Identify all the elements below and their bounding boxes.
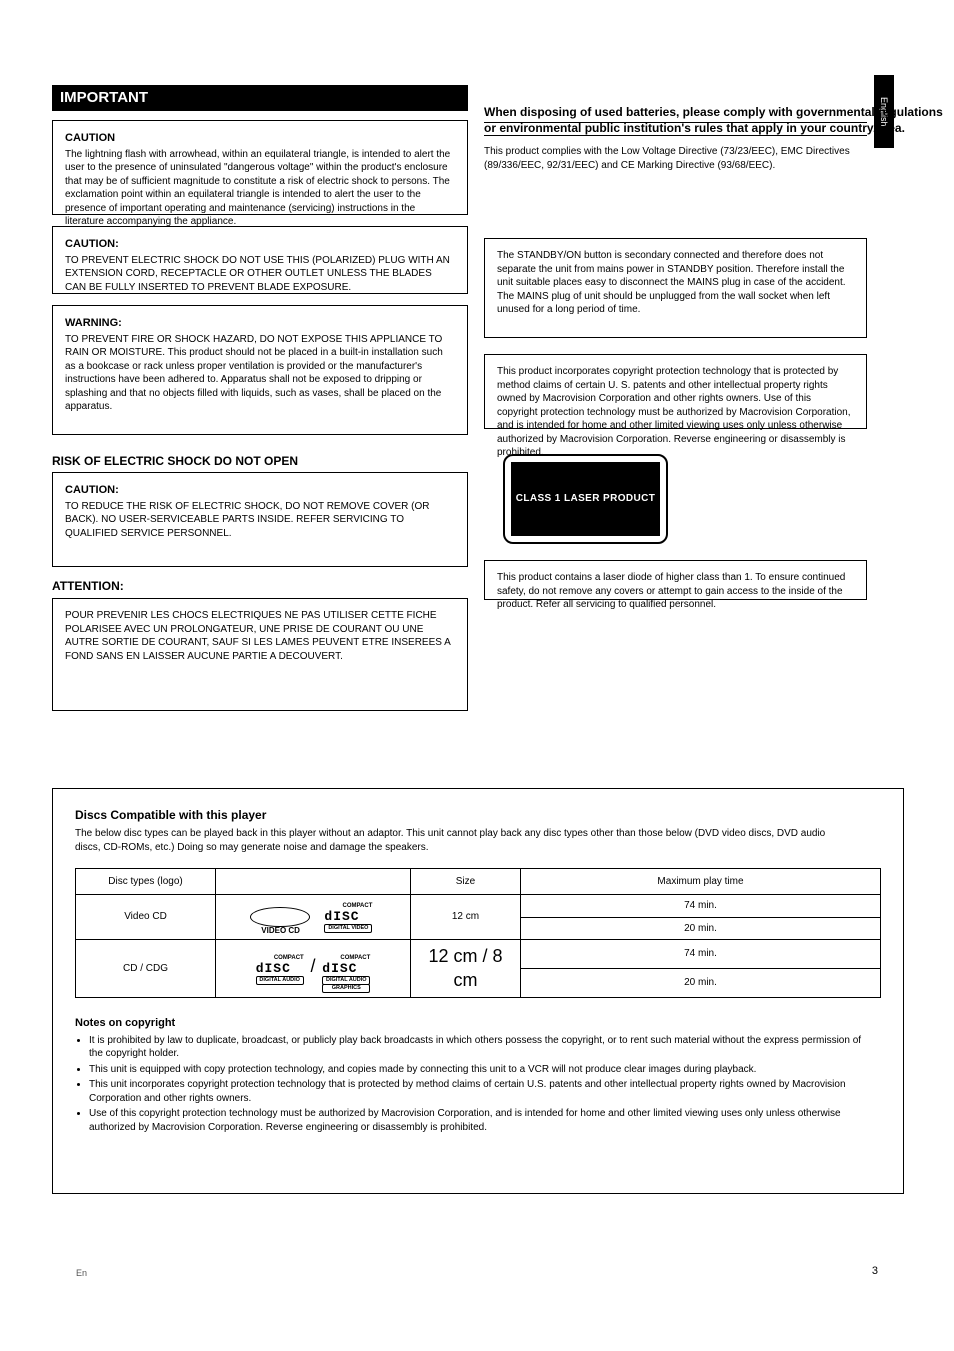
class1-laser-label: CLASS 1 LASER PRODUCT bbox=[503, 454, 668, 544]
copyright-notes-title: Notes on copyright bbox=[75, 1016, 881, 1031]
hr bbox=[484, 135, 867, 136]
play-time-r2: 20 min. bbox=[521, 968, 881, 997]
warning-body: TO PREVENT FIRE OR SHOCK HAZARD, DO NOT … bbox=[65, 333, 455, 414]
discs-compatible-box: Discs Compatible with this player The be… bbox=[52, 788, 904, 1194]
list-item: It is prohibited by law to duplicate, br… bbox=[89, 1034, 871, 1061]
laser-diode-note-box: This product contains a laser diode of h… bbox=[484, 560, 867, 600]
th-size: Size bbox=[411, 869, 521, 895]
right-col-intro: This product complies with the Low Volta… bbox=[484, 145, 867, 172]
compact-disc-graphics-icon: COMPACT dISC DIGITAL AUDIO GRAPHICS bbox=[322, 955, 370, 983]
discs-table: Disc types (logo) Size Maximum play time… bbox=[75, 868, 881, 998]
caution-plug-box: CAUTION: TO PREVENT ELECTRIC SHOCK DO NO… bbox=[52, 226, 468, 294]
discs-desc: The below disc types can be played back … bbox=[75, 827, 845, 854]
caution-no-remove-cover-box: CAUTION: TO REDUCE THE RISK OF ELECTRIC … bbox=[52, 472, 468, 567]
slash-icon: / bbox=[310, 956, 315, 976]
warning-rain-box: WARNING: TO PREVENT FIRE OR SHOCK HAZARD… bbox=[52, 305, 468, 435]
compact-disc-icon: COMPACT dISC DIGITAL VIDEO bbox=[324, 903, 372, 931]
caution-body: TO PREVENT ELECTRIC SHOCK DO NOT USE THI… bbox=[65, 254, 455, 295]
caution-title: CAUTION bbox=[65, 131, 455, 146]
compact-disc-icon: COMPACT dISC DIGITAL AUDIO bbox=[256, 955, 304, 983]
discs-title: Discs Compatible with this player bbox=[75, 807, 881, 823]
caution-body: TO REDUCE THE RISK OF ELECTRIC SHOCK, DO… bbox=[65, 500, 455, 541]
list-item: Use of this copyright protection technol… bbox=[89, 1107, 871, 1134]
page-number: 3 bbox=[872, 1264, 878, 1279]
warning-title: WARNING: bbox=[65, 316, 455, 331]
header-bar: IMPORTANT bbox=[52, 85, 468, 111]
caution-body: The lightning flash with arrowhead, with… bbox=[65, 148, 455, 229]
standby-note-box: The STANDBY/ON button is secondary conne… bbox=[484, 238, 867, 338]
attention-body: POUR PREVENIR LES CHOCS ELECTRIQUES NE P… bbox=[65, 609, 455, 663]
laser-label-text: CLASS 1 LASER PRODUCT bbox=[511, 462, 660, 536]
play-time-r1: 74 min. bbox=[521, 940, 881, 969]
caution-box-triangles: CAUTION The lightning flash with arrowhe… bbox=[52, 120, 468, 215]
disc-type: CD / CDG bbox=[76, 940, 216, 998]
disc-type: Video CD bbox=[76, 895, 216, 940]
th-disc-types: Disc types (logo) bbox=[76, 869, 216, 895]
hr bbox=[484, 122, 867, 123]
table-header-row: Disc types (logo) Size Maximum play time bbox=[76, 869, 881, 895]
disc-size: 12 cm / 8 cm bbox=[411, 940, 521, 998]
vcd-oval-icon bbox=[250, 907, 310, 927]
attention-heading: ATTENTION: bbox=[52, 578, 124, 594]
footer-lang-code: En bbox=[76, 1267, 87, 1279]
table-row: CD / CDG COMPACT dISC DIGITAL AUDIO / CO… bbox=[76, 940, 881, 969]
caution-title: CAUTION: bbox=[65, 483, 455, 498]
copyright-notes-list: It is prohibited by law to duplicate, br… bbox=[75, 1034, 871, 1135]
right-col-title: When disposing of used batteries, please… bbox=[484, 104, 954, 136]
disc-size: 12 cm bbox=[411, 895, 521, 940]
th-max-play: Maximum play time bbox=[521, 869, 881, 895]
risk-shock-heading: RISK OF ELECTRIC SHOCK DO NOT OPEN bbox=[52, 453, 298, 469]
table-row: Video CD COMPACT dISC DIGITAL VIDEO 12 c… bbox=[76, 895, 881, 918]
list-item: This unit is equipped with copy protecti… bbox=[89, 1063, 871, 1077]
caution-title: CAUTION: bbox=[65, 237, 455, 252]
play-time-r1: 74 min. bbox=[521, 895, 881, 918]
list-item: This unit incorporates copyright protect… bbox=[89, 1078, 871, 1105]
play-time-r2: 20 min. bbox=[521, 917, 881, 940]
macrovision-box: This product incorporates copyright prot… bbox=[484, 354, 867, 429]
attention-french-box: POUR PREVENIR LES CHOCS ELECTRIQUES NE P… bbox=[52, 598, 468, 711]
cd-cdg-logo-cell: COMPACT dISC DIGITAL AUDIO / COMPACT dIS… bbox=[216, 940, 411, 998]
th-logo bbox=[216, 869, 411, 895]
vcd-logo-cell: COMPACT dISC DIGITAL VIDEO bbox=[216, 895, 411, 940]
